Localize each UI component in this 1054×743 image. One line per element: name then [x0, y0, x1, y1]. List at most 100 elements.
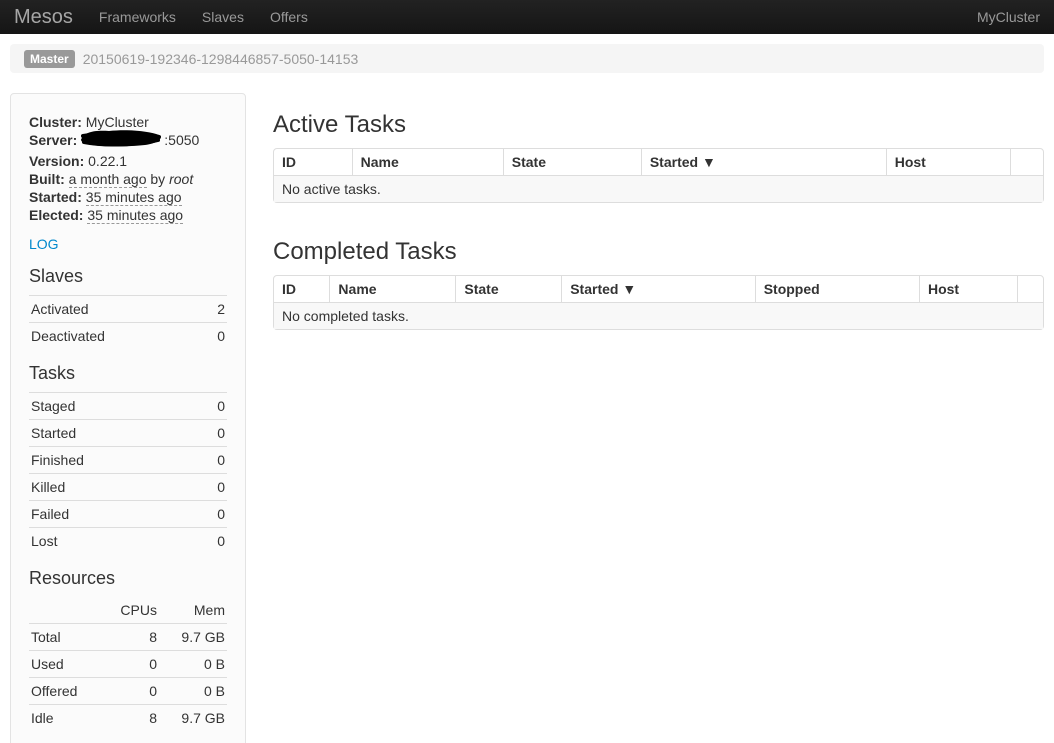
slaves-table: Activated 2 Deactivated 0 — [29, 295, 227, 349]
table-row: Killed 0 — [29, 474, 227, 501]
breadcrumb: Master 20150619-192346-1298446857-5050-1… — [10, 44, 1044, 73]
elected-info-line: Elected: 35 minutes ago — [29, 206, 227, 224]
server-label: Server: — [29, 132, 77, 148]
active-col-name[interactable]: Name — [352, 149, 503, 175]
tasks-lost-label: Lost — [29, 528, 193, 555]
active-col-id[interactable]: ID — [274, 149, 352, 175]
top-navbar: Mesos Frameworks Slaves Offers MyCluster — [0, 0, 1054, 34]
server-port: :5050 — [164, 132, 199, 148]
resources-total-label: Total — [29, 624, 101, 651]
completed-col-stopped[interactable]: Stopped — [755, 276, 919, 302]
completed-col-id[interactable]: ID — [274, 276, 329, 302]
table-header-row: ID Name State Started ▼ Host — [274, 149, 1043, 175]
slaves-deactivated-label: Deactivated — [29, 323, 201, 350]
active-col-host[interactable]: Host — [886, 149, 1010, 175]
elected-label: Elected: — [29, 207, 83, 223]
slaves-activated-value: 2 — [201, 296, 227, 323]
resources-total-cpus: 8 — [101, 624, 159, 651]
tasks-lost-value: 0 — [193, 528, 227, 555]
resources-idle-cpus: 8 — [101, 705, 159, 732]
elected-value: 35 minutes ago — [87, 207, 183, 224]
nav-item-slaves[interactable]: Slaves — [202, 9, 244, 25]
started-label: Started: — [29, 189, 82, 205]
built-time: a month ago — [69, 171, 147, 188]
slaves-deactivated-value: 0 — [201, 323, 227, 350]
resources-used-label: Used — [29, 651, 101, 678]
resources-offered-mem: 0 B — [159, 678, 227, 705]
nav-item-frameworks[interactable]: Frameworks — [99, 9, 176, 25]
resources-header-mem: Mem — [159, 597, 227, 624]
master-id: 20150619-192346-1298446857-5050-14153 — [83, 51, 359, 67]
resources-offered-cpus: 0 — [101, 678, 159, 705]
tasks-started-label: Started — [29, 420, 193, 447]
server-info-line: Server: :5050 — [29, 131, 227, 152]
redaction-scribble — [79, 128, 163, 152]
resources-heading: Resources — [29, 568, 227, 589]
table-header-row: ID Name State Started ▼ Stopped Host — [274, 276, 1043, 302]
resources-table: CPUs Mem Total 8 9.7 GB Used 0 0 B Offer… — [29, 597, 227, 731]
slaves-heading: Slaves — [29, 266, 227, 287]
master-info-panel: Cluster: MyCluster Server::5050 Version:… — [10, 93, 246, 743]
built-user: root — [169, 171, 193, 187]
table-row: Offered 0 0 B — [29, 678, 227, 705]
tasks-staged-value: 0 — [193, 393, 227, 420]
table-row: Lost 0 — [29, 528, 227, 555]
table-row: Activated 2 — [29, 296, 227, 323]
cluster-label: Cluster: — [29, 114, 82, 130]
resources-used-cpus: 0 — [101, 651, 159, 678]
resources-idle-mem: 9.7 GB — [159, 705, 227, 732]
completed-tasks-table: ID Name State Started ▼ Stopped Host No … — [273, 275, 1044, 330]
built-by: by — [150, 171, 165, 187]
version-label: Version: — [29, 153, 84, 169]
tasks-failed-label: Failed — [29, 501, 193, 528]
table-row: Deactivated 0 — [29, 323, 227, 350]
tasks-killed-label: Killed — [29, 474, 193, 501]
log-link[interactable]: LOG — [29, 236, 59, 252]
resources-used-mem: 0 B — [159, 651, 227, 678]
tasks-heading: Tasks — [29, 363, 227, 384]
version-info-line: Version: 0.22.1 — [29, 152, 227, 170]
tasks-failed-value: 0 — [193, 501, 227, 528]
built-info-line: Built: a month ago by root — [29, 170, 227, 188]
tasks-killed-value: 0 — [193, 474, 227, 501]
nav-item-offers[interactable]: Offers — [270, 9, 308, 25]
tasks-finished-value: 0 — [193, 447, 227, 474]
resources-idle-label: Idle — [29, 705, 101, 732]
version-value: 0.22.1 — [88, 153, 127, 169]
active-tasks-title: Active Tasks — [273, 111, 1044, 139]
table-row: Staged 0 — [29, 393, 227, 420]
navbar-cluster-name: MyCluster — [977, 9, 1040, 25]
started-value: 35 minutes ago — [86, 189, 182, 206]
active-col-started sort-desc-icon[interactable]: Started ▼ — [641, 149, 886, 175]
built-label: Built: — [29, 171, 65, 187]
master-badge: Master — [24, 50, 75, 68]
table-row: Idle 8 9.7 GB — [29, 705, 227, 732]
completed-col-name[interactable]: Name — [329, 276, 455, 302]
active-col-state[interactable]: State — [503, 149, 641, 175]
completed-col-actions — [1017, 276, 1043, 302]
table-row: Failed 0 — [29, 501, 227, 528]
completed-tasks-title: Completed Tasks — [273, 238, 1044, 266]
resources-header-empty — [29, 597, 101, 624]
active-tasks-table: ID Name State Started ▼ Host No active t… — [273, 148, 1044, 203]
table-row: Used 0 0 B — [29, 651, 227, 678]
completed-col-host[interactable]: Host — [919, 276, 1017, 302]
brand-mesos[interactable]: Mesos — [14, 6, 73, 29]
nav-links: Frameworks Slaves Offers — [99, 9, 308, 25]
table-row: CPUs Mem — [29, 597, 227, 624]
completed-tasks-empty-message: No completed tasks. — [274, 302, 1043, 329]
started-info-line: Started: 35 minutes ago — [29, 188, 227, 206]
active-tasks-empty-message: No active tasks. — [274, 175, 1043, 202]
tasks-finished-label: Finished — [29, 447, 193, 474]
completed-col-started sort-desc-icon[interactable]: Started ▼ — [561, 276, 755, 302]
resources-total-mem: 9.7 GB — [159, 624, 227, 651]
tasks-table: Staged 0 Started 0 Finished 0 Killed 0 F… — [29, 392, 227, 554]
resources-header-cpus: CPUs — [101, 597, 159, 624]
tasks-staged-label: Staged — [29, 393, 193, 420]
empty-row: No completed tasks. — [274, 302, 1043, 329]
table-row: Total 8 9.7 GB — [29, 624, 227, 651]
table-row: Started 0 — [29, 420, 227, 447]
empty-row: No active tasks. — [274, 175, 1043, 202]
tasks-started-value: 0 — [193, 420, 227, 447]
completed-col-state[interactable]: State — [455, 276, 561, 302]
